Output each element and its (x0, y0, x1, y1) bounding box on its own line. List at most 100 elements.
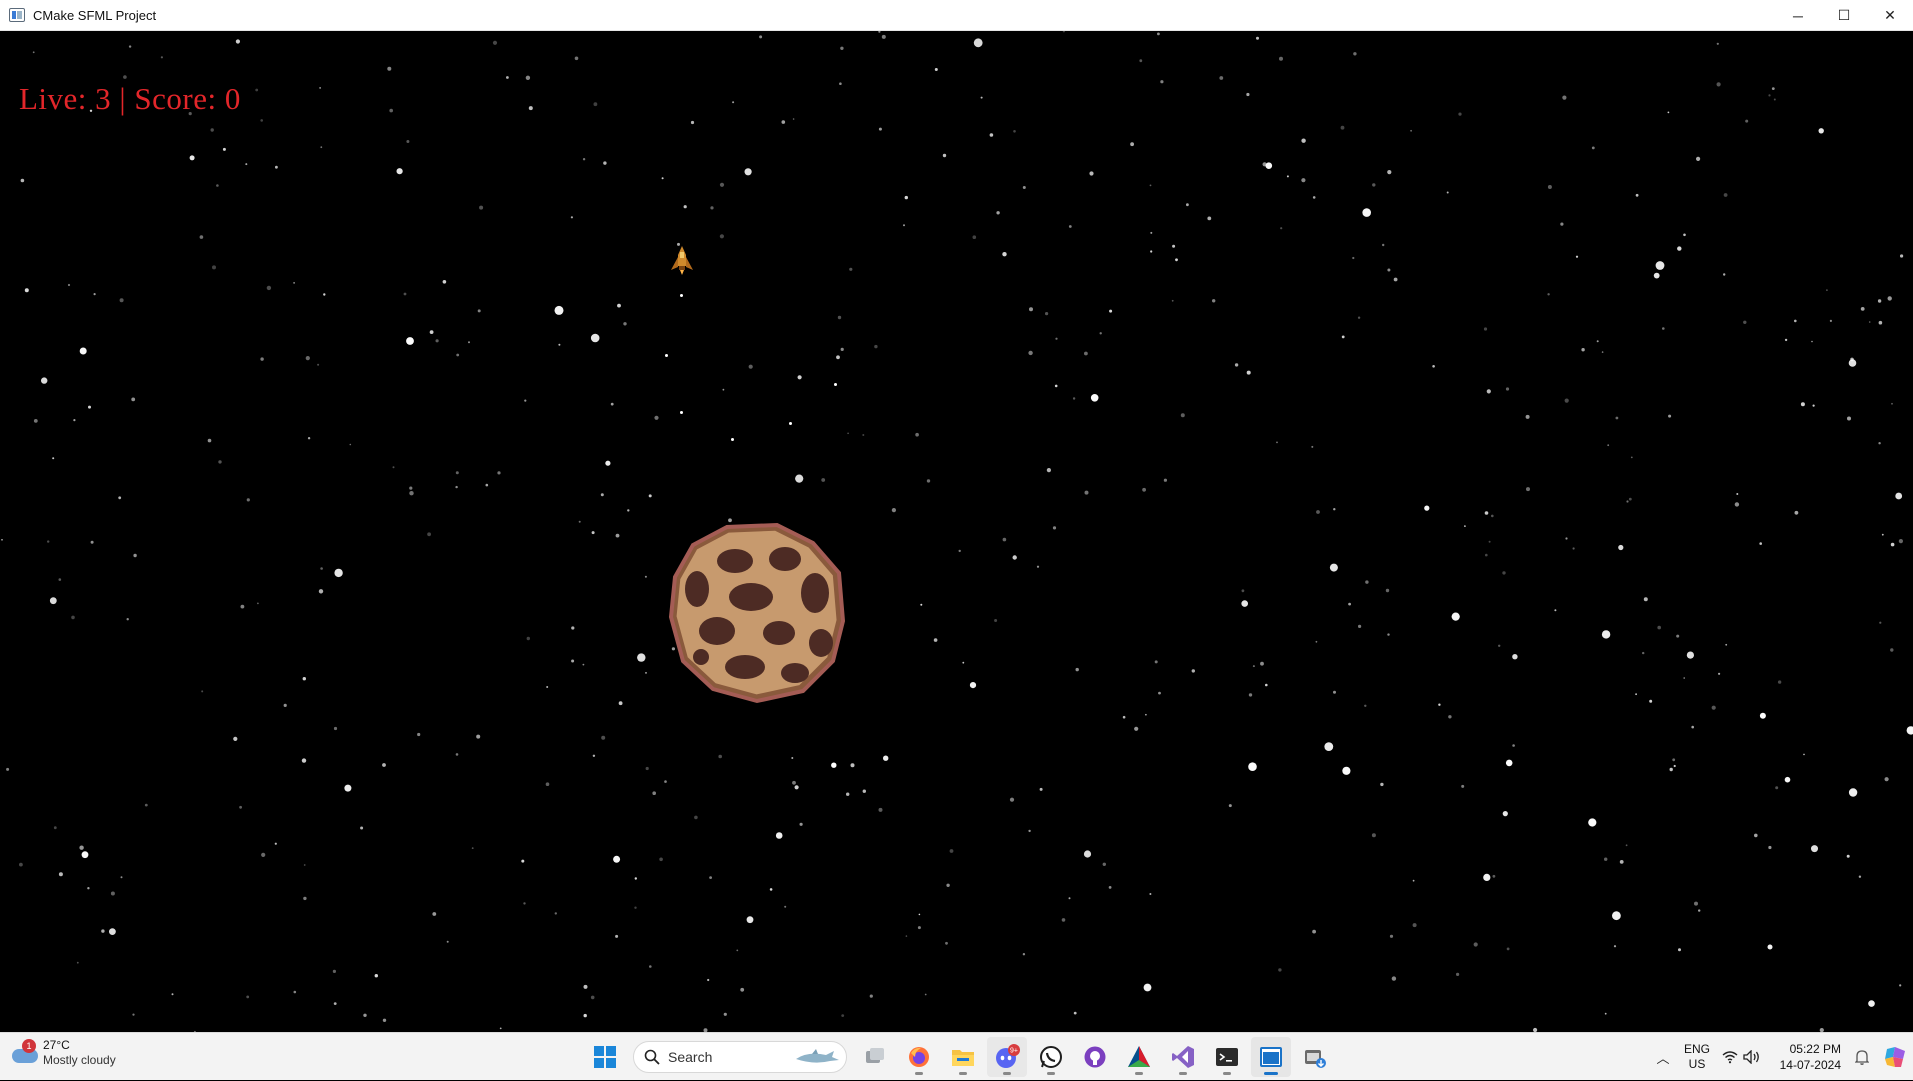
star (1512, 654, 1518, 660)
star (109, 928, 116, 935)
star (1525, 414, 1530, 419)
star (784, 905, 787, 908)
window-titlebar[interactable]: CMake SFML Project ─ ☐ ✕ (0, 0, 1913, 31)
star (558, 343, 561, 346)
volume-icon[interactable] (1741, 1046, 1763, 1068)
start-button[interactable] (585, 1037, 625, 1077)
star (945, 941, 948, 945)
task-view-button[interactable] (855, 1037, 895, 1077)
star (1380, 782, 1384, 787)
running-indicator (1223, 1072, 1231, 1075)
star (71, 615, 75, 620)
star (1150, 231, 1153, 234)
taskbar-installer[interactable] (1295, 1037, 1335, 1077)
show-hidden-icons-button[interactable]: ︿ (1651, 1048, 1675, 1067)
star (1686, 651, 1694, 659)
star (305, 356, 310, 361)
star (1385, 588, 1390, 593)
star (317, 363, 320, 366)
star (210, 128, 214, 132)
star (409, 486, 413, 490)
taskbar-file-explorer[interactable] (943, 1037, 983, 1077)
star (1371, 833, 1376, 838)
star (123, 75, 127, 79)
language-indicator[interactable]: ENG US (1675, 1042, 1719, 1072)
star (87, 887, 90, 890)
star (319, 87, 321, 89)
star (1877, 299, 1882, 303)
star (972, 235, 977, 239)
star (307, 437, 311, 440)
taskbar-cmake[interactable] (1119, 1037, 1159, 1077)
star (524, 399, 527, 402)
star (1219, 76, 1224, 80)
taskbar: 1 27°C Mostly cloudy Search 9+ ︿ ENG US … (0, 1032, 1913, 1080)
star (1333, 690, 1336, 694)
star (574, 56, 579, 61)
star (492, 40, 498, 45)
star (1424, 505, 1430, 511)
star (1662, 327, 1665, 330)
taskbar-sfml-window[interactable] (1251, 1037, 1291, 1077)
star (962, 661, 965, 664)
weather-widget[interactable]: 1 27°C Mostly cloudy (10, 1038, 116, 1068)
star (118, 496, 122, 500)
star (839, 82, 842, 85)
star (590, 333, 600, 343)
star (593, 102, 598, 107)
star (90, 540, 94, 544)
star (1784, 338, 1788, 342)
star (320, 146, 323, 149)
wifi-icon[interactable] (1719, 1046, 1741, 1068)
star (1619, 860, 1624, 864)
close-button[interactable]: ✕ (1867, 0, 1913, 31)
star (212, 265, 216, 270)
star (1655, 261, 1665, 270)
star (933, 638, 938, 642)
star (1818, 128, 1824, 134)
star (637, 653, 646, 662)
star (1890, 542, 1895, 547)
star (719, 234, 725, 239)
app-icon (9, 8, 25, 22)
taskbar-discord[interactable]: 9+ (987, 1037, 1027, 1077)
star (722, 388, 725, 391)
weather-temperature: 27°C (43, 1038, 70, 1052)
star (746, 916, 754, 924)
star (615, 934, 619, 938)
star (1012, 555, 1017, 560)
star (546, 686, 549, 688)
maximize-button[interactable]: ☐ (1821, 0, 1867, 31)
star (1860, 307, 1865, 311)
taskbar-terminal[interactable] (1207, 1037, 1247, 1077)
star (387, 66, 392, 71)
star (1696, 156, 1701, 161)
clock[interactable]: 05:22 PM 14-07-2024 (1763, 1041, 1841, 1073)
taskbar-firefox[interactable] (899, 1037, 939, 1077)
star (545, 782, 550, 786)
star (736, 949, 739, 952)
game-canvas[interactable]: Live: 3 | Score: 0 (0, 31, 1913, 1032)
star (600, 493, 604, 497)
star (523, 902, 526, 905)
star (349, 443, 352, 446)
notifications-button[interactable] (1847, 1049, 1877, 1065)
star (740, 987, 745, 992)
taskbar-whatsapp[interactable] (1031, 1037, 1071, 1077)
star (645, 766, 649, 771)
star (1157, 32, 1160, 36)
star (1718, 672, 1721, 675)
star (918, 913, 921, 916)
taskbar-visual-studio[interactable] (1163, 1037, 1203, 1077)
star (1084, 490, 1089, 495)
star (792, 118, 795, 120)
taskbar-github-desktop[interactable] (1075, 1037, 1115, 1077)
minimize-button[interactable]: ─ (1775, 0, 1821, 31)
search-input[interactable]: Search (633, 1041, 847, 1073)
star (583, 984, 588, 989)
task-view-icon (866, 1048, 884, 1063)
copilot-button[interactable] (1877, 1045, 1913, 1069)
star (1108, 886, 1112, 889)
running-indicator (1179, 1072, 1187, 1075)
weather-description: Mostly cloudy (43, 1053, 116, 1067)
